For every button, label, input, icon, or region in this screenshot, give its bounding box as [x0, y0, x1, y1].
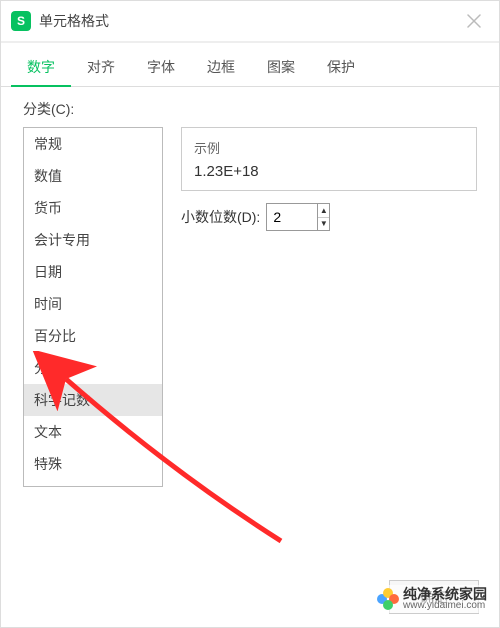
category-item-9[interactable]: 文本 — [24, 416, 162, 448]
category-item-3[interactable]: 会计专用 — [24, 224, 162, 256]
close-icon — [467, 14, 481, 28]
category-item-2[interactable]: 货币 — [24, 192, 162, 224]
close-button[interactable] — [459, 6, 489, 36]
category-item-7[interactable]: 分数 — [24, 352, 162, 384]
category-item-6[interactable]: 百分比 — [24, 320, 162, 352]
dialog-body: 分类(C): 常规数值货币会计专用日期时间百分比分数科学记数文本特殊自定义 示例… — [1, 87, 499, 567]
tab-5[interactable]: 保护 — [311, 49, 371, 86]
tab-4[interactable]: 图案 — [251, 49, 311, 86]
window-title: 单元格格式 — [39, 11, 459, 31]
content-row: 常规数值货币会计专用日期时间百分比分数科学记数文本特殊自定义 示例 1.23E+… — [23, 127, 477, 487]
watermark-title: 纯净系统家园 — [403, 587, 487, 601]
app-icon-letter: S — [17, 14, 25, 28]
category-item-10[interactable]: 特殊 — [24, 448, 162, 480]
example-box: 示例 1.23E+18 — [181, 127, 477, 191]
category-item-4[interactable]: 日期 — [24, 256, 162, 288]
decimal-places-row: 小数位数(D): ▲ ▼ — [181, 203, 477, 231]
category-item-1[interactable]: 数值 — [24, 160, 162, 192]
watermark-url: www.yidaimei.com — [403, 601, 487, 611]
category-item-11[interactable]: 自定义 — [24, 480, 162, 487]
spinner-arrows: ▲ ▼ — [317, 204, 329, 230]
spinner-down[interactable]: ▼ — [318, 218, 329, 231]
decimal-places-spinner[interactable]: ▲ ▼ — [266, 203, 330, 231]
example-value: 1.23E+18 — [194, 163, 464, 180]
tab-3[interactable]: 边框 — [191, 49, 251, 86]
watermark-text: 纯净系统家园 www.yidaimei.com — [403, 587, 487, 611]
watermark-icon — [377, 588, 399, 610]
category-list[interactable]: 常规数值货币会计专用日期时间百分比分数科学记数文本特殊自定义 — [23, 127, 163, 487]
format-cells-dialog: S 单元格格式 数字对齐字体边框图案保护 分类(C): 常规数值货币会计专用日期… — [0, 0, 500, 628]
decimal-places-label: 小数位数(D): — [181, 207, 260, 227]
tab-bar: 数字对齐字体边框图案保护 — [1, 49, 499, 87]
tab-1[interactable]: 对齐 — [71, 49, 131, 86]
category-item-0[interactable]: 常规 — [24, 128, 162, 160]
app-icon: S — [11, 11, 31, 31]
titlebar: S 单元格格式 — [1, 1, 499, 43]
tab-2[interactable]: 字体 — [131, 49, 191, 86]
tab-0[interactable]: 数字 — [11, 49, 71, 87]
watermark: 纯净系统家园 www.yidaimei.com — [373, 585, 491, 613]
decimal-places-input[interactable] — [267, 204, 317, 230]
spinner-up[interactable]: ▲ — [318, 204, 329, 218]
category-item-5[interactable]: 时间 — [24, 288, 162, 320]
right-pane: 示例 1.23E+18 小数位数(D): ▲ ▼ — [181, 127, 477, 231]
category-item-8[interactable]: 科学记数 — [24, 384, 162, 416]
example-label: 示例 — [194, 138, 464, 157]
category-label: 分类(C): — [23, 99, 477, 119]
